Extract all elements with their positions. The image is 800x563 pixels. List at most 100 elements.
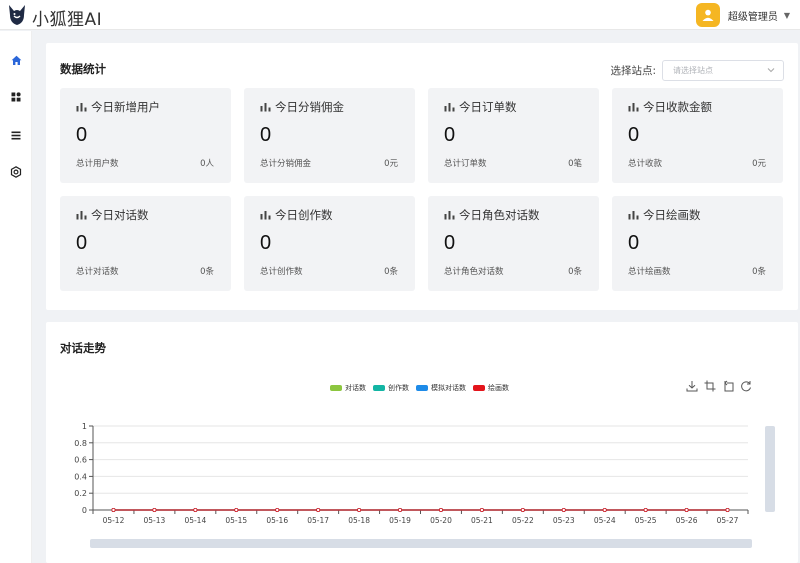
bar-chart-icon [444, 211, 455, 220]
stat-card-value: 0 [628, 124, 640, 146]
site-select-label: 选择站点: [610, 65, 656, 77]
data-point [357, 507, 362, 512]
stat-card-title: 今日绘画数 [643, 208, 701, 222]
stat-card: 今日收款金额 0 总计收款 0元 [612, 88, 783, 183]
data-point [152, 507, 157, 512]
bar-chart-icon [260, 103, 271, 112]
stat-card-header: 今日收款金额 [628, 99, 712, 115]
stats-panel: 数据统计 选择站点: 请选择站点 今日新增用户 0 总计用户数 0人 今日分销佣金 0 总计… [46, 43, 798, 310]
stat-card-title: 今日分销佣金 [275, 100, 344, 114]
x-tick-label: 05-20 [430, 516, 452, 525]
stats-title: 数据统计 [60, 62, 106, 76]
x-tick-label: 05-17 [307, 516, 329, 525]
stat-card-value: 0 [76, 124, 88, 146]
x-tick-label: 05-14 [184, 516, 206, 525]
stat-card-title: 今日创作数 [275, 208, 333, 222]
trend-panel: 对话走势 对话数 创作数 模拟对话数 绘画数 0 0.2 0.4 0.6 0.8 1 05-12 0… [46, 322, 798, 563]
fox-logo-icon[interactable] [6, 3, 28, 27]
stat-card-header: 今日新增用户 [76, 99, 160, 115]
top-header: 小狐狸AI 超级管理员 ▼ [0, 0, 800, 30]
stat-card-sub-label: 总计分销佣金 [260, 159, 312, 169]
sidebar-item-apps[interactable] [8, 89, 24, 105]
stat-card-sub-label: 总计订单数 [444, 159, 487, 169]
stat-card-total: 0条 [200, 267, 214, 277]
stat-card-total: 0元 [752, 159, 766, 169]
caret-down-icon: ▼ [783, 10, 790, 20]
stat-card-header: 今日分销佣金 [260, 99, 344, 115]
bar-chart-icon [444, 103, 455, 112]
stat-card-total: 0笔 [568, 159, 582, 169]
stat-card-header: 今日对话数 [76, 207, 149, 223]
stat-card-title: 今日角色对话数 [459, 208, 540, 222]
stat-card: 今日对话数 0 总计对话数 0条 [60, 196, 231, 291]
bar-chart-icon [628, 103, 639, 112]
stat-card-header: 今日订单数 [444, 99, 517, 115]
data-point [561, 507, 566, 512]
stat-card-sub-label: 总计对话数 [76, 267, 119, 277]
data-point [316, 507, 321, 512]
sidebar-item-settings[interactable] [8, 164, 24, 180]
user-name: 超级管理员 [727, 11, 778, 23]
stat-card: 今日绘画数 0 总计绘画数 0条 [612, 196, 783, 291]
x-tick-label: 05-13 [144, 516, 166, 525]
brand-name[interactable]: 小狐狸AI [32, 5, 102, 30]
list-menu-icon [11, 131, 21, 139]
apps-grid-icon [11, 92, 21, 102]
x-tick-label: 05-21 [471, 516, 493, 525]
x-tick-label: 05-15 [225, 516, 247, 525]
bar-chart-icon [76, 211, 87, 220]
stat-card-value: 0 [260, 232, 272, 254]
stat-card-value: 0 [444, 124, 456, 146]
stat-card: 今日创作数 0 总计创作数 0条 [244, 196, 415, 291]
x-tick-label: 05-18 [348, 516, 370, 525]
x-tick-label: 05-27 [717, 516, 739, 525]
x-tick-label: 05-25 [635, 516, 657, 525]
y-tick-label: 0.4 [74, 472, 87, 481]
site-select[interactable]: 请选择站点 [662, 60, 784, 81]
sidebar [0, 31, 32, 563]
bar-chart-icon [76, 103, 87, 112]
stat-card-value: 0 [444, 232, 456, 254]
chevron-down-icon [767, 68, 775, 73]
x-tick-label: 05-24 [594, 516, 616, 525]
site-select-placeholder: 请选择站点 [673, 66, 713, 75]
x-tick-label: 05-23 [553, 516, 575, 525]
sidebar-item-home[interactable] [8, 52, 24, 68]
stat-card-total: 0条 [384, 267, 398, 277]
stat-card-title: 今日收款金额 [643, 100, 712, 114]
stat-card-sub-label: 总计创作数 [260, 267, 303, 277]
stat-card-title: 今日对话数 [91, 208, 149, 222]
stat-card-header: 今日创作数 [260, 207, 333, 223]
stat-card-value: 0 [260, 124, 272, 146]
data-point [234, 507, 239, 512]
avatar[interactable] [695, 3, 720, 27]
data-point [438, 507, 443, 512]
y-tick-label: 1 [82, 422, 87, 431]
data-point [684, 507, 689, 512]
stat-card-title: 今日新增用户 [91, 100, 160, 114]
user-menu[interactable]: 超级管理员 ▼ [695, 2, 790, 28]
stat-card: 今日订单数 0 总计订单数 0笔 [428, 88, 599, 183]
stat-card: 今日新增用户 0 总计用户数 0人 [60, 88, 231, 183]
home-icon [11, 55, 21, 65]
settings-gear-icon [10, 166, 22, 178]
stat-card-value: 0 [76, 232, 88, 254]
x-tick-label: 05-19 [389, 516, 411, 525]
vertical-zoom-slider[interactable] [765, 426, 775, 512]
stat-card-total: 0元 [384, 159, 398, 169]
stat-card-title: 今日订单数 [459, 100, 517, 114]
x-tick-label: 05-16 [266, 516, 288, 525]
y-tick-label: 0.8 [74, 439, 87, 448]
user-icon [702, 9, 714, 21]
data-point [193, 507, 198, 512]
horizontal-zoom-slider[interactable] [90, 539, 752, 548]
bar-chart-icon [628, 211, 639, 220]
data-point [479, 507, 484, 512]
sidebar-item-list[interactable] [8, 127, 24, 143]
stat-card-total: 0条 [752, 267, 766, 277]
data-point [111, 507, 116, 512]
trend-chart: 0 0.2 0.4 0.6 0.8 1 05-12 05-13 05-14 05-15 05-16 0… [74, 422, 749, 525]
y-tick-label: 0.6 [74, 456, 87, 465]
data-point [520, 507, 525, 512]
data-point [602, 507, 607, 512]
